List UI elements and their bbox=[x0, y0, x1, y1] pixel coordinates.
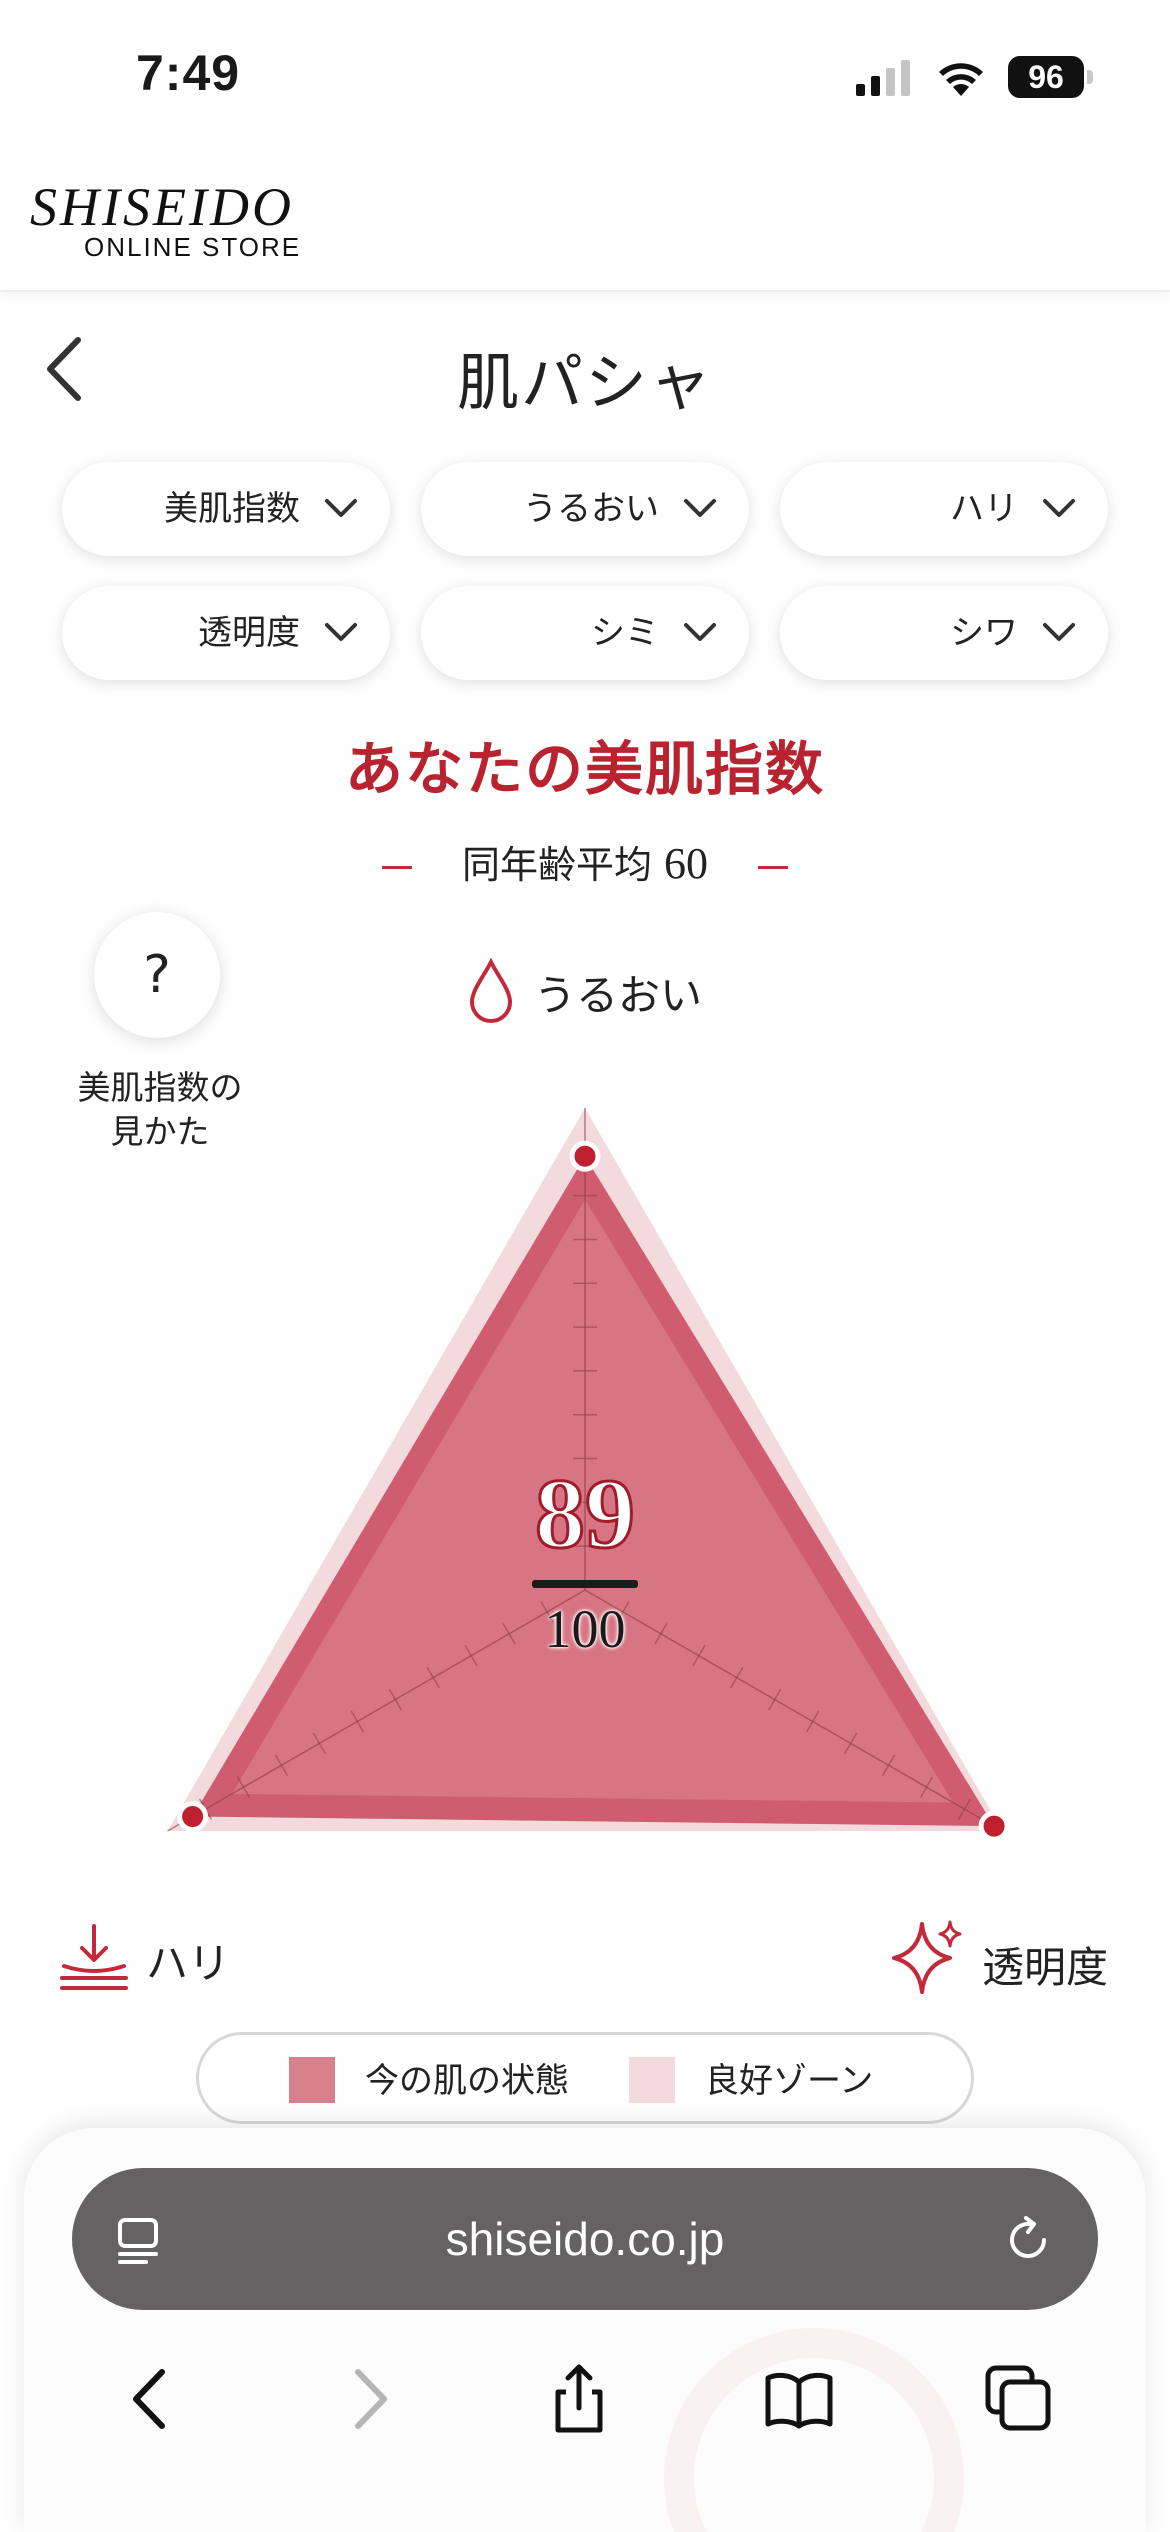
divider-dash bbox=[758, 866, 788, 869]
score-max: 100 bbox=[544, 1599, 626, 1659]
filter-chip-label: ハリ bbox=[950, 489, 1018, 529]
filter-chip-label: シミ bbox=[591, 613, 659, 653]
address-bar[interactable]: shiseido.co.jp bbox=[72, 2168, 1098, 2310]
age-average-row: 同年齢平均 60 bbox=[0, 834, 1170, 889]
divider-dash bbox=[381, 866, 412, 869]
chevron-down-icon bbox=[1043, 623, 1075, 641]
radar-data-point bbox=[978, 1810, 1010, 1842]
legend-label-current: 今の肌の状態 bbox=[365, 2061, 569, 2101]
filter-chip-label: シワ bbox=[950, 613, 1018, 653]
chevron-down-icon bbox=[325, 623, 357, 641]
bookmarks-icon[interactable] bbox=[764, 2364, 834, 2434]
firmness-lift-icon bbox=[60, 1924, 128, 1990]
axis-label-moisture: うるおい bbox=[534, 971, 703, 1020]
water-drop-icon bbox=[469, 958, 513, 1023]
browser-forward-icon[interactable] bbox=[334, 2364, 404, 2434]
score-title: あなたの美肌指数 bbox=[344, 735, 825, 803]
filter-chip-label: うるおい bbox=[523, 489, 659, 529]
chart-legend: 今の肌の状態 良好ゾーン bbox=[196, 2032, 974, 2124]
page-title: 肌パシャ bbox=[456, 346, 713, 419]
score-value: 89 bbox=[534, 1457, 637, 1571]
filter-chip-moisture[interactable]: うるおい bbox=[421, 462, 749, 556]
filter-chip-spots[interactable]: シミ bbox=[421, 586, 749, 680]
score-fraction-bar bbox=[532, 1580, 638, 1588]
help-button[interactable]: ? bbox=[94, 912, 220, 1038]
chevron-down-icon bbox=[684, 623, 716, 641]
radar-data-point bbox=[569, 1140, 601, 1172]
chevron-down-icon bbox=[1043, 499, 1075, 517]
axis-label-clarity: 透明度 bbox=[982, 1943, 1109, 1992]
tabs-icon[interactable] bbox=[984, 2364, 1054, 2434]
filter-chip-beauty-index[interactable]: 美肌指数 bbox=[62, 462, 390, 556]
battery-tip bbox=[1087, 70, 1093, 84]
filter-chip-label: 透明度 bbox=[198, 613, 300, 653]
legend-swatch-current bbox=[289, 2057, 335, 2103]
wifi-icon bbox=[939, 63, 983, 96]
url-text: shiseido.co.jp bbox=[445, 2213, 725, 2265]
chevron-down-icon bbox=[325, 499, 357, 517]
status-bar: 7:49 96 bbox=[0, 0, 1170, 150]
filter-chip-firmness[interactable]: ハリ bbox=[780, 462, 1108, 556]
axis-label-firmness: ハリ bbox=[146, 1939, 231, 1988]
share-icon[interactable] bbox=[544, 2364, 614, 2434]
sparkle-icon bbox=[892, 1920, 962, 1994]
chevron-down-icon bbox=[684, 499, 716, 517]
battery-indicator: 96 bbox=[1008, 56, 1093, 98]
brand-logo-subtitle: ONLINE STORE bbox=[84, 232, 302, 262]
filter-chip-label: 美肌指数 bbox=[164, 489, 300, 529]
legend-label-good-zone: 良好ゾーン bbox=[705, 2061, 874, 2101]
brand-logo[interactable]: SHISEIDO bbox=[30, 176, 294, 238]
site-header: SHISEIDO ONLINE STORE bbox=[0, 150, 1170, 292]
reload-icon[interactable] bbox=[1002, 2214, 1054, 2266]
battery-level: 96 bbox=[1008, 56, 1084, 98]
browser-back-icon[interactable] bbox=[116, 2364, 186, 2434]
browser-toolbar: shiseido.co.jp bbox=[24, 2128, 1146, 2532]
age-average-label: 同年齢平均 bbox=[461, 843, 652, 887]
legend-swatch-good-zone bbox=[629, 2057, 675, 2103]
radar-data-point bbox=[177, 1801, 209, 1833]
cellular-signal-icon bbox=[856, 60, 910, 96]
filter-chip-clarity[interactable]: 透明度 bbox=[62, 586, 390, 680]
status-time: 7:49 bbox=[136, 45, 241, 101]
age-average-value: 60 bbox=[664, 839, 708, 888]
filter-chip-wrinkles[interactable]: シワ bbox=[780, 586, 1108, 680]
